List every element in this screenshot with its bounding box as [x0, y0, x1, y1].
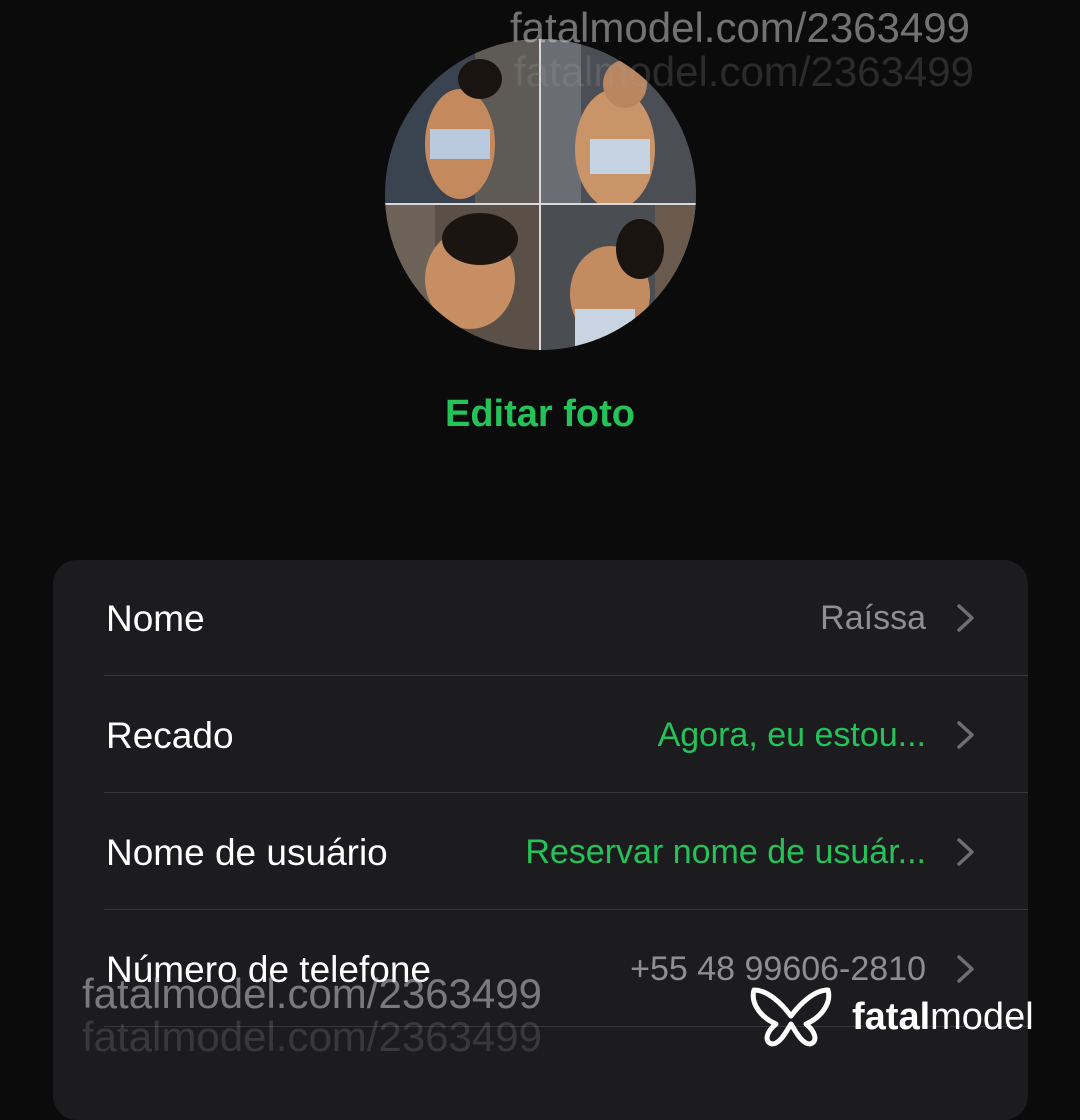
row-phone-label: Número de telefone: [106, 949, 431, 990]
row-name[interactable]: Nome Raíssa: [53, 560, 1028, 677]
profile-photo-collage: [385, 39, 696, 350]
brand-name-light: model: [930, 996, 1034, 1038]
brand-name-bold: fatal: [852, 996, 931, 1038]
row-status-label: Recado: [106, 715, 234, 756]
chevron-right-icon: [954, 602, 978, 634]
row-status-value: Agora, eu estou...: [657, 716, 926, 754]
row-status[interactable]: Recado Agora, eu estou...: [53, 677, 1028, 794]
profile-photo[interactable]: [385, 39, 696, 350]
row-divider: [104, 792, 1028, 793]
row-username-label: Nome de usuário: [106, 832, 388, 873]
row-name-label: Nome: [106, 598, 205, 639]
chevron-right-icon: [954, 953, 978, 985]
row-username[interactable]: Nome de usuário Reservar nome de usuár..…: [53, 794, 1028, 911]
row-divider: [104, 909, 1028, 910]
brand-name: fatalmodel: [852, 996, 1034, 1039]
edit-photo-button[interactable]: Editar foto: [0, 393, 1080, 436]
row-username-value: Reservar nome de usuár...: [525, 833, 926, 871]
row-divider: [104, 675, 1028, 676]
fatalmodel-logo-icon: [748, 984, 834, 1048]
brand-watermark: fatalmodel: [748, 984, 1078, 1048]
row-name-value: Raíssa: [820, 599, 926, 637]
chevron-right-icon: [954, 719, 978, 751]
chevron-right-icon: [954, 836, 978, 868]
